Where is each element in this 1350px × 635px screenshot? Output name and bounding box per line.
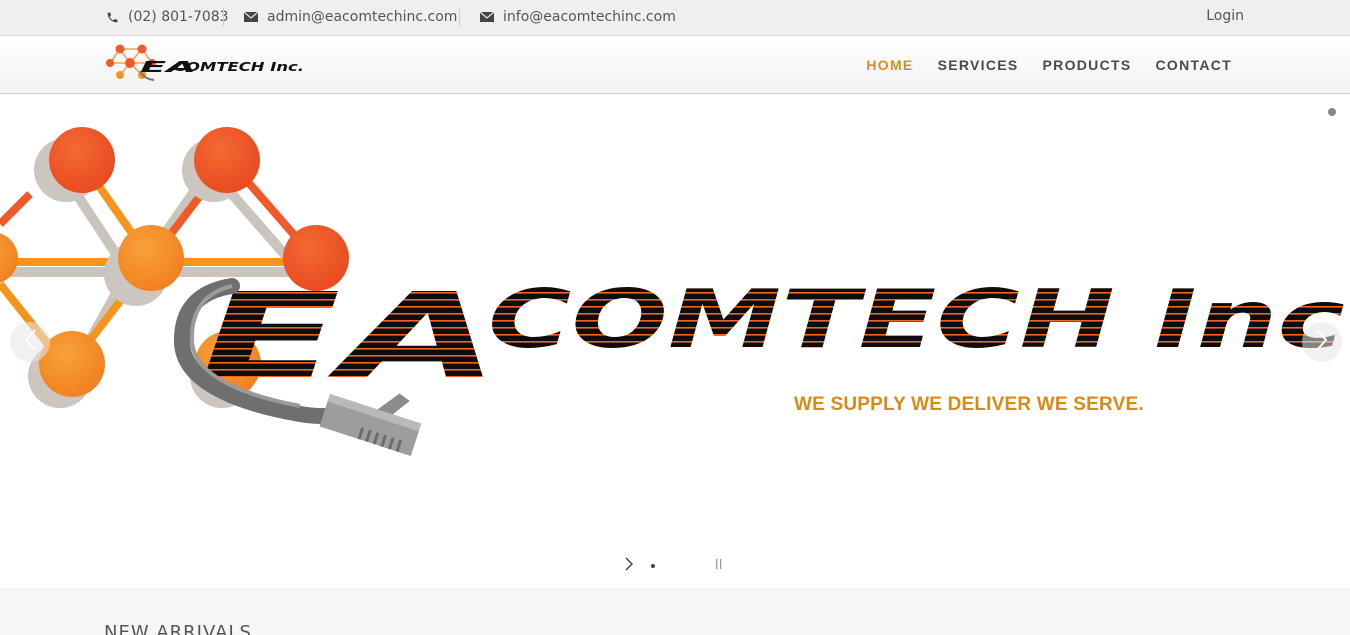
svg-text:COMTECH Inc.: COMTECH Inc. [488,273,1350,366]
nav-contact[interactable]: CONTACT [1156,57,1233,73]
top-info-bar: (02) 801-7083 admin@eacomtechinc.com inf… [0,0,1350,36]
login-link[interactable]: Login [1206,0,1244,32]
divider [223,8,224,26]
info-email: info@eacomtechinc.com [503,9,676,25]
mail-icon [243,9,259,25]
new-arrivals-section: NEW ARRIVALS [0,588,1350,635]
hero-banner-image: EA COMTECH Inc. [0,127,1350,457]
hero-slider: EA COMTECH Inc. WE SUPPLY WE DELIVER WE … [0,94,1350,588]
chevron-right-icon [1315,328,1329,357]
mail-icon [479,9,495,25]
site-logo[interactable]: EA COMTECH Inc. [104,41,304,81]
nav-home[interactable]: HOME [866,57,913,73]
hero-tagline: WE SUPPLY WE DELIVER WE SERVE. [794,394,1144,415]
chevron-right-icon [625,556,634,576]
nav-services[interactable]: SERVICES [938,57,1019,73]
bullet-dot [651,564,655,568]
slider-pause-control[interactable] [712,558,726,574]
nav-products[interactable]: PRODUCTS [1043,57,1132,73]
divider [459,8,460,26]
info-email-contact[interactable]: info@eacomtechinc.com [479,0,676,34]
previous-slide-button[interactable] [10,322,50,362]
phone-contact[interactable]: (02) 801-7083 [104,0,229,34]
slide-indicator[interactable] [1328,108,1336,116]
main-nav: HOME SERVICES PRODUCTS CONTACT [866,36,1232,94]
next-slide-button[interactable] [1302,322,1342,362]
chevron-left-icon [23,328,37,357]
phone-number: (02) 801-7083 [128,9,229,25]
pause-icon [715,557,723,575]
slider-bullet[interactable] [648,558,658,574]
svg-text:COMTECH Inc.: COMTECH Inc. [174,60,304,74]
site-header: EA COMTECH Inc. HOME SERVICES PRODUCTS C… [0,36,1350,94]
slider-next-control[interactable] [622,556,636,576]
admin-email: admin@eacomtechinc.com [267,9,458,25]
admin-email-contact[interactable]: admin@eacomtechinc.com [243,0,457,34]
section-title: NEW ARRIVALS [104,622,252,635]
phone-icon [104,9,120,25]
svg-text:EA: EA [200,267,500,405]
